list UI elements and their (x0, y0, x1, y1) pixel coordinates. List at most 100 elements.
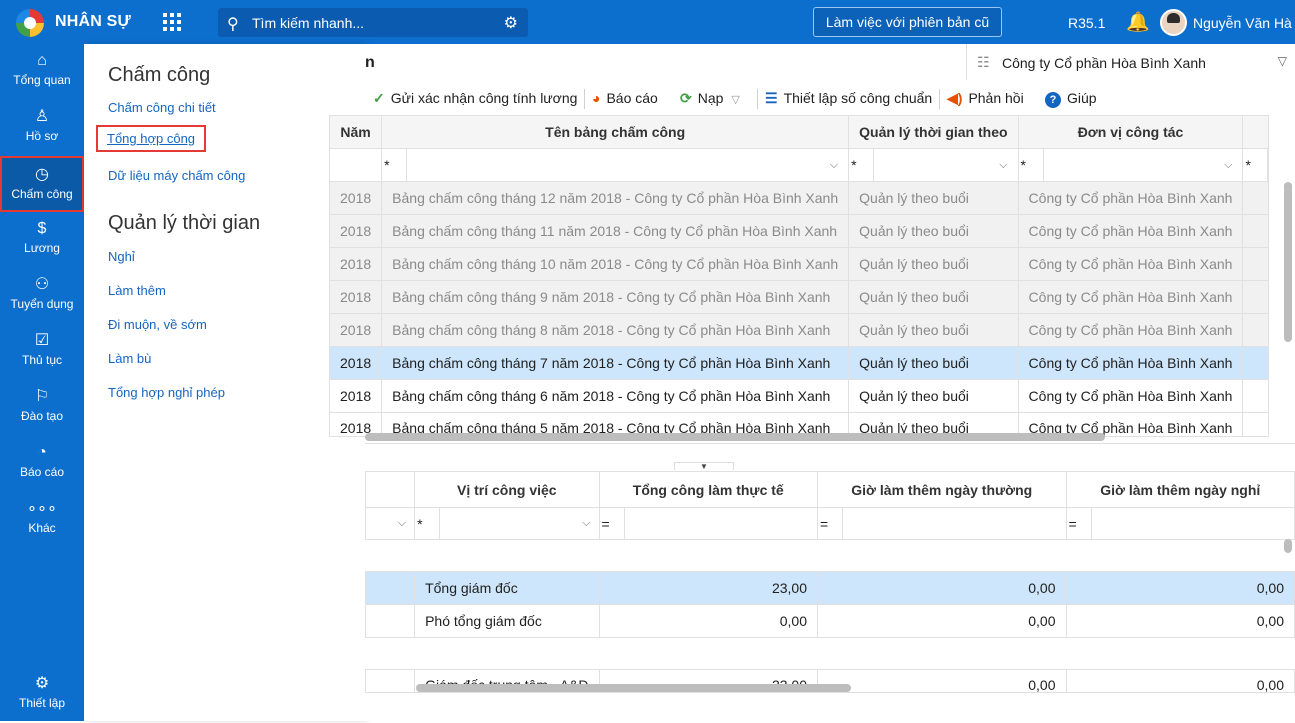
bottom-horizontal-scrollbar[interactable] (416, 684, 851, 692)
filter-cell-extra[interactable]: * (1242, 148, 1270, 182)
top-horizontal-scrollbar[interactable] (365, 433, 1105, 441)
menu-item-detail-timekeeping[interactable]: Chấm công chi tiết (108, 100, 216, 115)
filter-operator[interactable]: = (600, 508, 625, 539)
timesheet-table: Năm Tên bảng chấm công Quản lý thời gian… (328, 115, 1270, 437)
cell-position: Phó tổng giám đốc (414, 604, 600, 638)
sidebar-item-more[interactable]: ∘∘∘ Khác (0, 492, 84, 548)
cell-ot-weekday: 0,00 (817, 571, 1067, 605)
toolbar-divider (584, 89, 585, 109)
chevron-down-icon[interactable]: ⌵ (1224, 159, 1232, 172)
top-vertical-scrollbar[interactable] (1284, 182, 1292, 342)
bell-icon[interactable]: 🔔 (1126, 10, 1150, 34)
panel-splitter-handle[interactable]: ▼ (674, 462, 734, 471)
menu-item-leave[interactable]: Nghỉ (108, 249, 135, 264)
sidebar-item-label: Báo cáo (19, 465, 65, 479)
version-label: R35.1 (1068, 15, 1106, 31)
column-header-ot-weekday[interactable]: Giờ làm thêm ngày thường (817, 471, 1067, 508)
column-header-year[interactable]: Năm (328, 115, 383, 149)
standard-work-setup-button[interactable]: ☰ Thiết lập số công chuẩn (765, 90, 932, 107)
filter-cell-year[interactable] (328, 148, 383, 182)
sidebar-item-timekeeping[interactable]: ◷ Chấm công (0, 156, 84, 212)
table-row[interactable]: 2018 Bảng chấm công tháng 11 năm 2018 - C… (328, 214, 1270, 248)
chevron-down-icon[interactable]: ▽ (731, 94, 739, 106)
column-header-time-mode[interactable]: Quản lý thời gian theo (848, 115, 1019, 149)
sidebar-item-profile[interactable]: ♙ Hồ sơ (0, 100, 84, 156)
cell-total: 0,00 (598, 604, 818, 638)
company-selector[interactable]: ☷ Công ty Cổ phần Hòa Bình Xanh ▽ (966, 44, 1295, 80)
chevron-down-icon[interactable]: ⌵ (999, 159, 1007, 172)
filter-cell-ot-weekday[interactable]: = (817, 507, 1067, 540)
sidebar-item-training[interactable]: ⚐ Đào tạo (0, 380, 84, 436)
filter-operator[interactable]: * (416, 508, 441, 539)
menu-item-overtime[interactable]: Làm thêm (108, 283, 166, 298)
app-grid-icon[interactable] (163, 13, 181, 31)
menu-item-timesheet-summary[interactable]: Tổng hợp công (96, 125, 207, 152)
sidebar-item-settings[interactable]: ⚙ Thiết lập (0, 667, 84, 723)
column-header-position[interactable]: Vị trí công việc (414, 471, 600, 508)
filter-operator[interactable]: * (1019, 149, 1044, 181)
table-row-selected[interactable]: Tổng giám đốc 23,00 0,00 0,00 (364, 571, 1295, 605)
table-row[interactable]: 2018 Bảng chấm công tháng 12 năm 2018 - C… (328, 181, 1270, 215)
send-confirm-button[interactable]: ✓ Gửi xác nhận công tính lương (373, 90, 577, 107)
filter-cell-blank[interactable]: ⌵ (364, 507, 416, 540)
cell-name: Bảng chấm công tháng 12 năm 2018 - Công … (381, 181, 850, 215)
help-button[interactable]: ? Giúp (1045, 90, 1097, 108)
column-header-unit[interactable]: Đơn vị công tác (1017, 115, 1244, 149)
table-row[interactable]: 2018 Bảng chấm công tháng 9 năm 2018 - Cô… (328, 280, 1270, 314)
filter-cell-name[interactable]: * ⌵ (381, 148, 850, 182)
report-button[interactable]: ◕ Báo cáo (592, 90, 658, 106)
timekeeping-flyout-menu: Chấm công Chấm công chi tiết Tổng hợp cô… (84, 44, 365, 721)
menu-item-compensate[interactable]: Làm bù (108, 351, 151, 366)
sidebar-item-overview[interactable]: ⌂ Tổng quan (0, 44, 84, 100)
cell-mode: Quản lý theo buổi (848, 247, 1019, 281)
sidebar-item-salary[interactable]: $ Lương (0, 212, 84, 268)
filter-operator[interactable]: * (383, 149, 408, 181)
sidebar-item-recruitment[interactable]: ⚇ Tuyển dụng (0, 268, 84, 324)
app-logo-icon[interactable] (16, 9, 44, 37)
column-header-ot-dayoff[interactable]: Giờ làm thêm ngày nghỉ (1065, 471, 1295, 508)
filter-cell-unit[interactable]: * ⌵ (1017, 148, 1244, 182)
clock-icon: ◷ (35, 166, 49, 183)
table-row[interactable]: 2018 Bảng chấm công tháng 8 năm 2018 - Cô… (328, 313, 1270, 347)
chevron-down-icon[interactable]: ⌵ (830, 159, 838, 172)
user-name[interactable]: Nguyễn Văn Hà (1193, 15, 1292, 31)
cell-blank (364, 571, 416, 605)
menu-item-leave-summary[interactable]: Tổng hợp nghỉ phép (108, 385, 225, 400)
filter-operator[interactable]: = (1067, 508, 1092, 539)
table-row[interactable]: Phó tổng giám đốc 0,00 0,00 0,00 (364, 604, 1295, 638)
toolbar-divider (939, 89, 940, 109)
table-row-selected[interactable]: 2018 Bảng chấm công tháng 7 năm 2018 - Cô… (328, 346, 1270, 380)
app-name[interactable]: NHÂN SỰ (55, 13, 131, 31)
filter-cell-ot-dayoff[interactable]: = (1065, 507, 1295, 540)
sidebar-item-reports[interactable]: ◔ Báo cáo (0, 436, 84, 492)
filter-cell-position[interactable]: * ⌵ (414, 507, 600, 540)
table-row[interactable]: 2018 Bảng chấm công tháng 6 năm 2018 - Cô… (328, 379, 1270, 413)
cell-year: 2018 (328, 247, 383, 281)
old-version-button[interactable]: Làm việc với phiên bản cũ (813, 7, 1002, 37)
filter-operator[interactable]: * (1244, 149, 1268, 181)
sidebar-item-procedures[interactable]: ☑ Thủ tục (0, 324, 84, 380)
page-title: n (365, 54, 375, 71)
search-input[interactable]: Tìm kiếm nhanh... (252, 15, 364, 31)
column-header-total-work[interactable]: Tổng công làm thực tế (598, 471, 818, 508)
column-header-timesheet-name[interactable]: Tên bảng chấm công (381, 115, 850, 149)
chevron-down-icon[interactable]: ⌵ (582, 517, 590, 530)
sidebar-item-label: Đào tạo (20, 409, 64, 423)
table-row[interactable]: 2018 Bảng chấm công tháng 10 năm 2018 - C… (328, 247, 1270, 281)
quick-search[interactable]: ⚲ Tìm kiếm nhanh... ⚙ (218, 8, 528, 37)
filter-operator[interactable]: * (850, 149, 875, 181)
avatar[interactable] (1160, 9, 1187, 36)
feedback-label: Phản hồi (968, 90, 1024, 106)
cell-blank (364, 669, 416, 694)
feedback-button[interactable]: ◀) Phản hồi (947, 90, 1024, 107)
cell-ot-dayoff: 0,00 (1065, 669, 1295, 694)
menu-item-device-data[interactable]: Dữ liệu máy chấm công (108, 168, 245, 183)
filter-cell-mode[interactable]: * ⌵ (848, 148, 1019, 182)
filter-cell-total[interactable]: = (598, 507, 818, 540)
chevron-down-icon[interactable]: ⌵ (398, 517, 406, 530)
filter-operator[interactable]: = (818, 508, 843, 539)
bottom-vertical-scrollbar[interactable] (1284, 539, 1292, 553)
menu-item-late-early[interactable]: Đi muộn, về sớm (108, 317, 207, 332)
search-settings-icon[interactable]: ⚙ (504, 13, 518, 33)
reload-button[interactable]: ⟳ Nạp ▽ (680, 90, 740, 107)
